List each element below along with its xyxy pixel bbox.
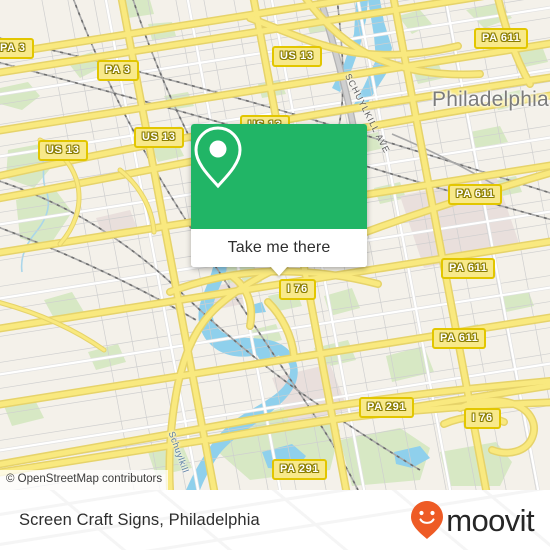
road-shield: PA 611: [448, 184, 503, 205]
callout-banner: [191, 124, 367, 229]
map-pin-icon: [194, 126, 242, 189]
moovit-pin-smiley-icon: [411, 501, 444, 539]
map-canvas[interactable]: .w { fill:#8fd0ec; } .pk { fill:#d7e8c4;…: [0, 0, 550, 490]
take-me-there-label: Take me there: [227, 239, 331, 256]
location-callout-card[interactable]: Take me there: [191, 124, 367, 276]
callout-pointer: [270, 266, 288, 276]
moovit-map-screenshot: .w { fill:#8fd0ec; } .pk { fill:#d7e8c4;…: [0, 0, 550, 550]
road-shield: I 76: [464, 408, 501, 429]
road-shield: US 13: [272, 46, 322, 67]
map-label-philadelphia: Philadelphia: [432, 88, 549, 111]
footer-bar: Screen Craft Signs, Philadelphia moovit: [0, 490, 550, 550]
moovit-logo[interactable]: moovit: [410, 500, 535, 540]
road-shield: US 13: [134, 127, 184, 148]
road-shield: PA 611: [474, 28, 529, 49]
road-shield: PA 291: [272, 459, 328, 480]
callout-action-bar[interactable]: Take me there: [191, 229, 367, 276]
osm-attribution[interactable]: © OpenStreetMap contributors: [0, 470, 169, 490]
road-shield: US 13: [38, 140, 88, 161]
page-title: Screen Craft Signs, Philadelphia: [19, 510, 260, 529]
road-shield: PA 3: [97, 60, 139, 81]
road-shield: PA 3: [0, 38, 34, 59]
road-shield: PA 291: [359, 397, 415, 418]
moovit-wordmark: moovit: [446, 502, 534, 538]
road-shield: I 76: [279, 279, 316, 300]
road-shield: PA 611: [441, 258, 496, 279]
road-shield: PA 611: [432, 328, 487, 349]
